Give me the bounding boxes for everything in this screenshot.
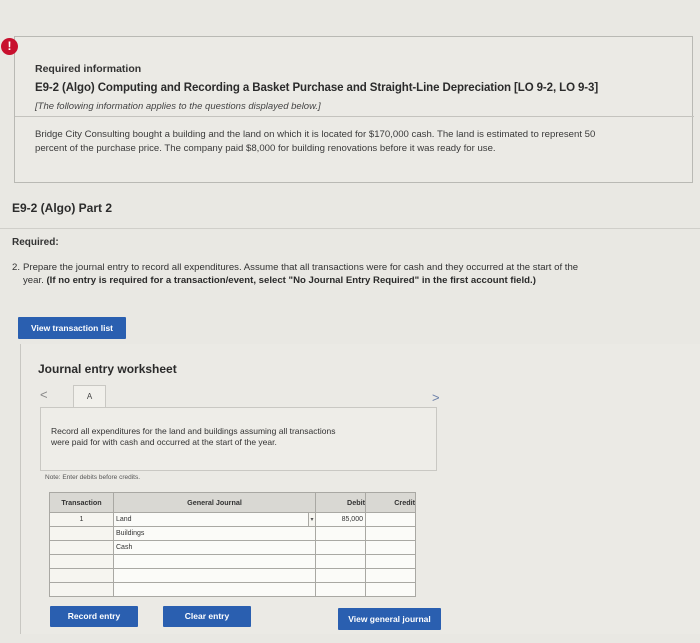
account-select[interactable]: Buildings	[113, 526, 316, 541]
debits-before-credits-note: Note: Enter debits before credits.	[45, 474, 141, 481]
problem-description: Bridge City Consulting bought a building…	[35, 129, 596, 154]
transaction-cell	[49, 582, 114, 597]
problem-title: E9-2 (Algo) Computing and Recording a Ba…	[35, 82, 599, 94]
account-select[interactable]: Cash	[113, 540, 316, 555]
header-general-journal: General Journal	[113, 492, 316, 513]
part-title: E9-2 (Algo) Part 2	[12, 201, 113, 215]
worksheet-title: Journal entry worksheet	[38, 362, 177, 376]
required-information-panel: Required information E9-2 (Algo) Computi…	[14, 36, 694, 183]
task-line-2: were paid for with cash and occurred at …	[51, 437, 277, 447]
record-entry-button[interactable]: Record entry	[50, 606, 138, 627]
debit-input[interactable]: 85,000	[315, 512, 366, 527]
journal-row: 1 Land ▾ 85,000	[49, 512, 416, 527]
header-debit: Debit	[315, 492, 366, 513]
debit-input[interactable]	[315, 582, 366, 597]
journal-header-row: Transaction General Journal Debit Credit	[49, 492, 416, 513]
question-text-continued: year.	[23, 274, 44, 286]
info-divider	[15, 116, 694, 117]
question-instructions: 2. Prepare the journal entry to record al…	[12, 262, 662, 287]
journal-row	[49, 582, 416, 597]
account-select[interactable]	[113, 554, 316, 569]
credit-input[interactable]	[365, 526, 416, 541]
clear-entry-button[interactable]: Clear entry	[163, 606, 251, 627]
transaction-cell	[49, 526, 114, 541]
prev-entry-chevron-icon[interactable]: <	[40, 387, 48, 402]
credit-input[interactable]	[365, 568, 416, 583]
account-select[interactable]	[113, 568, 316, 583]
info-heading: Required information	[35, 63, 142, 75]
transaction-cell	[49, 554, 114, 569]
chevron-down-icon[interactable]: ▾	[308, 512, 316, 527]
journal-row: Buildings	[49, 526, 416, 541]
journal-table: Transaction General Journal Debit Credit…	[49, 492, 416, 597]
view-general-journal-button[interactable]: View general journal	[338, 608, 441, 630]
debit-input[interactable]	[315, 540, 366, 555]
next-entry-chevron-icon[interactable]: >	[432, 390, 440, 405]
question-note: (If no entry is required for a transacti…	[46, 274, 536, 286]
journal-row	[49, 568, 416, 583]
account-select[interactable]: Land	[113, 512, 309, 527]
credit-input[interactable]	[365, 512, 416, 527]
transaction-cell	[49, 540, 114, 555]
question-number: 2.	[12, 262, 21, 273]
credit-input[interactable]	[365, 582, 416, 597]
credit-input[interactable]	[365, 554, 416, 569]
task-line-1: Record all expenditures for the land and…	[51, 426, 336, 436]
debit-input[interactable]	[315, 526, 366, 541]
journal-row	[49, 554, 416, 569]
question-text: Prepare the journal entry to record all …	[23, 262, 579, 273]
transaction-cell: 1	[49, 512, 114, 527]
credit-input[interactable]	[365, 540, 416, 555]
transaction-cell	[49, 568, 114, 583]
view-transaction-list-button[interactable]: View transaction list	[18, 317, 126, 339]
task-description: Record all expenditures for the land and…	[40, 407, 437, 471]
alert-icon: !	[1, 38, 18, 55]
debit-input[interactable]	[315, 568, 366, 583]
tab-entry-a[interactable]: A	[73, 385, 106, 408]
account-select[interactable]	[113, 582, 316, 597]
required-label: Required:	[12, 237, 59, 248]
section-divider	[0, 228, 700, 229]
header-credit: Credit	[365, 492, 416, 513]
journal-row: Cash	[49, 540, 416, 555]
info-subtitle: [The following information applies to th…	[35, 101, 321, 112]
debit-input[interactable]	[315, 554, 366, 569]
header-transaction: Transaction	[49, 492, 114, 513]
